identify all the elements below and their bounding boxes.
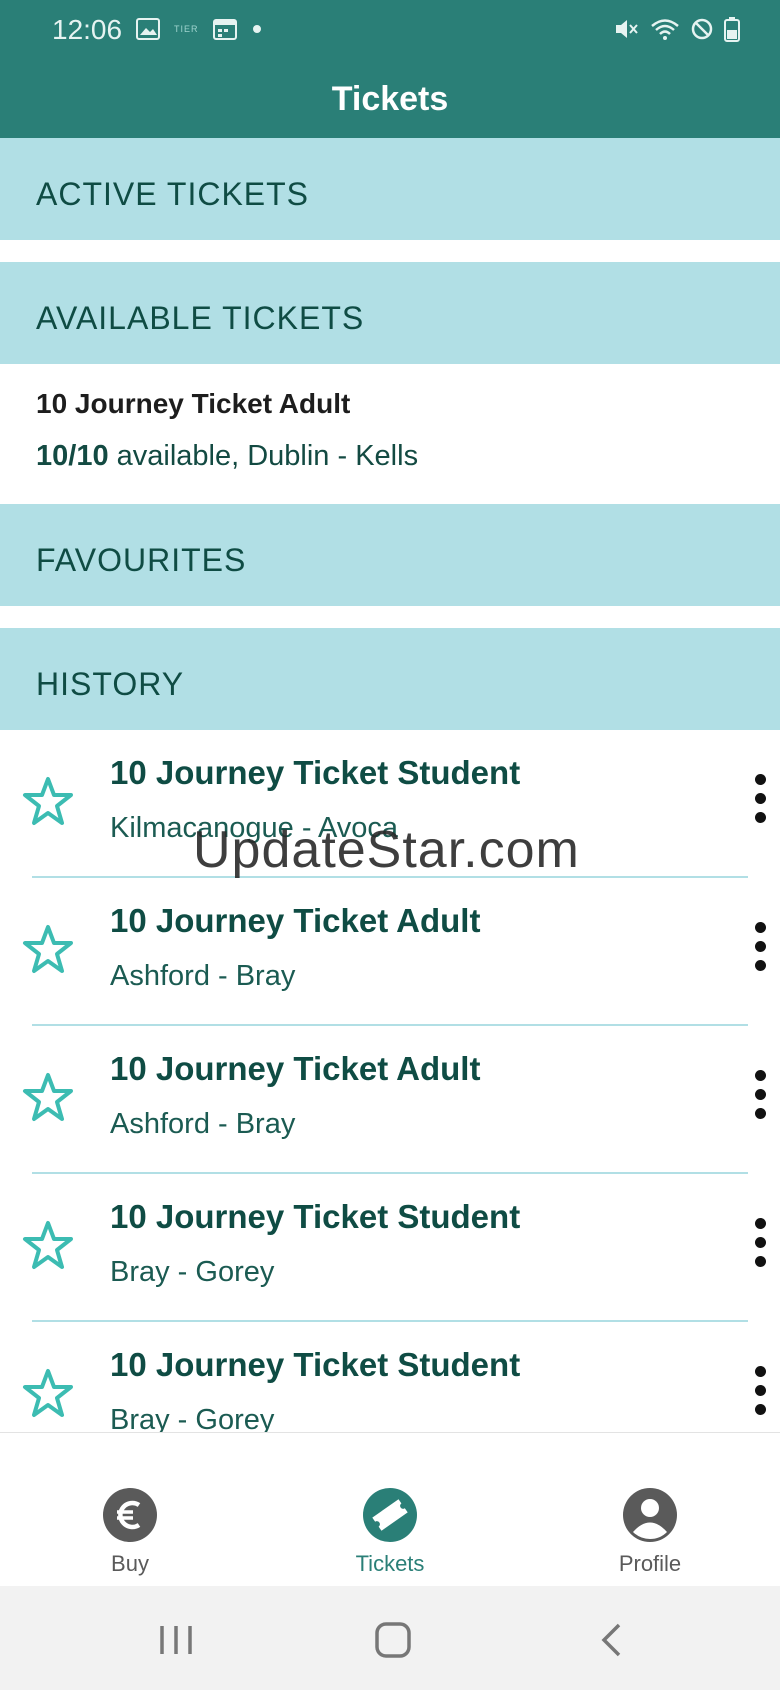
- dnd-icon: [691, 18, 713, 40]
- wifi-icon: [651, 19, 679, 40]
- section-available-title: AVAILABLE TICKETS: [36, 300, 365, 336]
- watermark: UpdateStar.com: [193, 821, 580, 879]
- section-history-title: HISTORY: [36, 666, 185, 702]
- home-icon[interactable]: [373, 1620, 413, 1660]
- section-favourites: FAVOURITES: [0, 504, 780, 606]
- history-item-name: 10 Journey Ticket Adult: [110, 1050, 481, 1087]
- tickets-content[interactable]: ACTIVE TICKETS AVAILABLE TICKETS 10 Jour…: [0, 138, 780, 1434]
- nav-buy-label: Buy: [111, 1551, 149, 1576]
- available-ticket-info: 10/10 available, Dublin - Kells: [36, 440, 418, 473]
- star-icon[interactable]: [22, 1368, 74, 1418]
- status-tier-label: TIER: [174, 24, 199, 34]
- nav-buy[interactable]: Buy: [0, 1433, 260, 1587]
- nav-tickets-label: Tickets: [355, 1551, 425, 1576]
- status-bar: 12:06 TIER: [0, 0, 780, 62]
- more-options-icon[interactable]: [748, 1366, 772, 1418]
- history-item[interactable]: 10 Journey Ticket Student Bray - Gorey: [0, 1322, 780, 1434]
- dot-icon: [252, 25, 261, 33]
- nav-profile[interactable]: Profile: [520, 1433, 780, 1587]
- more-options-icon[interactable]: [748, 1070, 772, 1122]
- section-active-title: ACTIVE TICKETS: [36, 176, 310, 212]
- ticket-icon: [363, 1488, 417, 1542]
- euro-icon: [103, 1488, 157, 1542]
- battery-icon: [724, 17, 740, 42]
- available-ticket-count: 10/10: [36, 440, 109, 472]
- section-favourites-title: FAVOURITES: [36, 542, 247, 578]
- star-icon[interactable]: [22, 1072, 74, 1122]
- available-ticket-item[interactable]: 10 Journey Ticket Adult 10/10 available,…: [0, 364, 780, 504]
- history-item-name: 10 Journey Ticket Student: [110, 1198, 521, 1235]
- section-active-tickets: ACTIVE TICKETS: [0, 138, 780, 240]
- history-item-route: Bray - Gorey: [110, 1256, 275, 1288]
- more-options-icon[interactable]: [748, 922, 772, 974]
- status-time: 12:06: [52, 14, 123, 45]
- history-item-name: 10 Journey Ticket Student: [110, 1346, 521, 1383]
- profile-icon: [623, 1488, 677, 1542]
- star-icon[interactable]: [22, 924, 74, 974]
- page-title: Tickets: [331, 80, 449, 118]
- history-item-route: Bray - Gorey: [110, 1404, 275, 1434]
- image-icon: [136, 18, 160, 40]
- available-ticket-name: 10 Journey Ticket Adult: [36, 388, 351, 419]
- more-options-icon[interactable]: [748, 774, 772, 826]
- section-history: HISTORY: [0, 628, 780, 730]
- nav-profile-label: Profile: [618, 1551, 682, 1576]
- status-right-icons: [614, 16, 740, 42]
- section-available-tickets: AVAILABLE TICKETS: [0, 262, 780, 364]
- history-item[interactable]: 10 Journey Ticket Adult Ashford - Bray: [0, 878, 780, 1026]
- history-item[interactable]: 10 Journey Ticket Adult Ashford - Bray: [0, 1026, 780, 1174]
- system-nav-bar: [0, 1586, 780, 1690]
- history-item-name: 10 Journey Ticket Student: [110, 754, 521, 791]
- mute-icon: [616, 20, 638, 38]
- status-left-icons: TIER: [136, 18, 263, 40]
- available-ticket-details: available, Dublin - Kells: [108, 440, 419, 472]
- nav-tickets[interactable]: Tickets: [260, 1433, 520, 1587]
- history-item-route: Ashford - Bray: [110, 960, 296, 992]
- history-item-route: Ashford - Bray: [110, 1108, 296, 1140]
- bottom-nav: Buy Tickets Profile: [0, 1432, 780, 1586]
- back-icon[interactable]: [592, 1620, 632, 1660]
- history-item[interactable]: 10 Journey Ticket Student Bray - Gorey: [0, 1174, 780, 1322]
- history-item-name: 10 Journey Ticket Adult: [110, 902, 481, 939]
- more-options-icon[interactable]: [748, 1218, 772, 1270]
- star-icon[interactable]: [22, 1220, 74, 1270]
- star-icon[interactable]: [22, 776, 74, 826]
- calendar-icon: [212, 19, 237, 40]
- app-bar: Tickets: [0, 62, 780, 138]
- recent-apps-icon[interactable]: [156, 1620, 196, 1660]
